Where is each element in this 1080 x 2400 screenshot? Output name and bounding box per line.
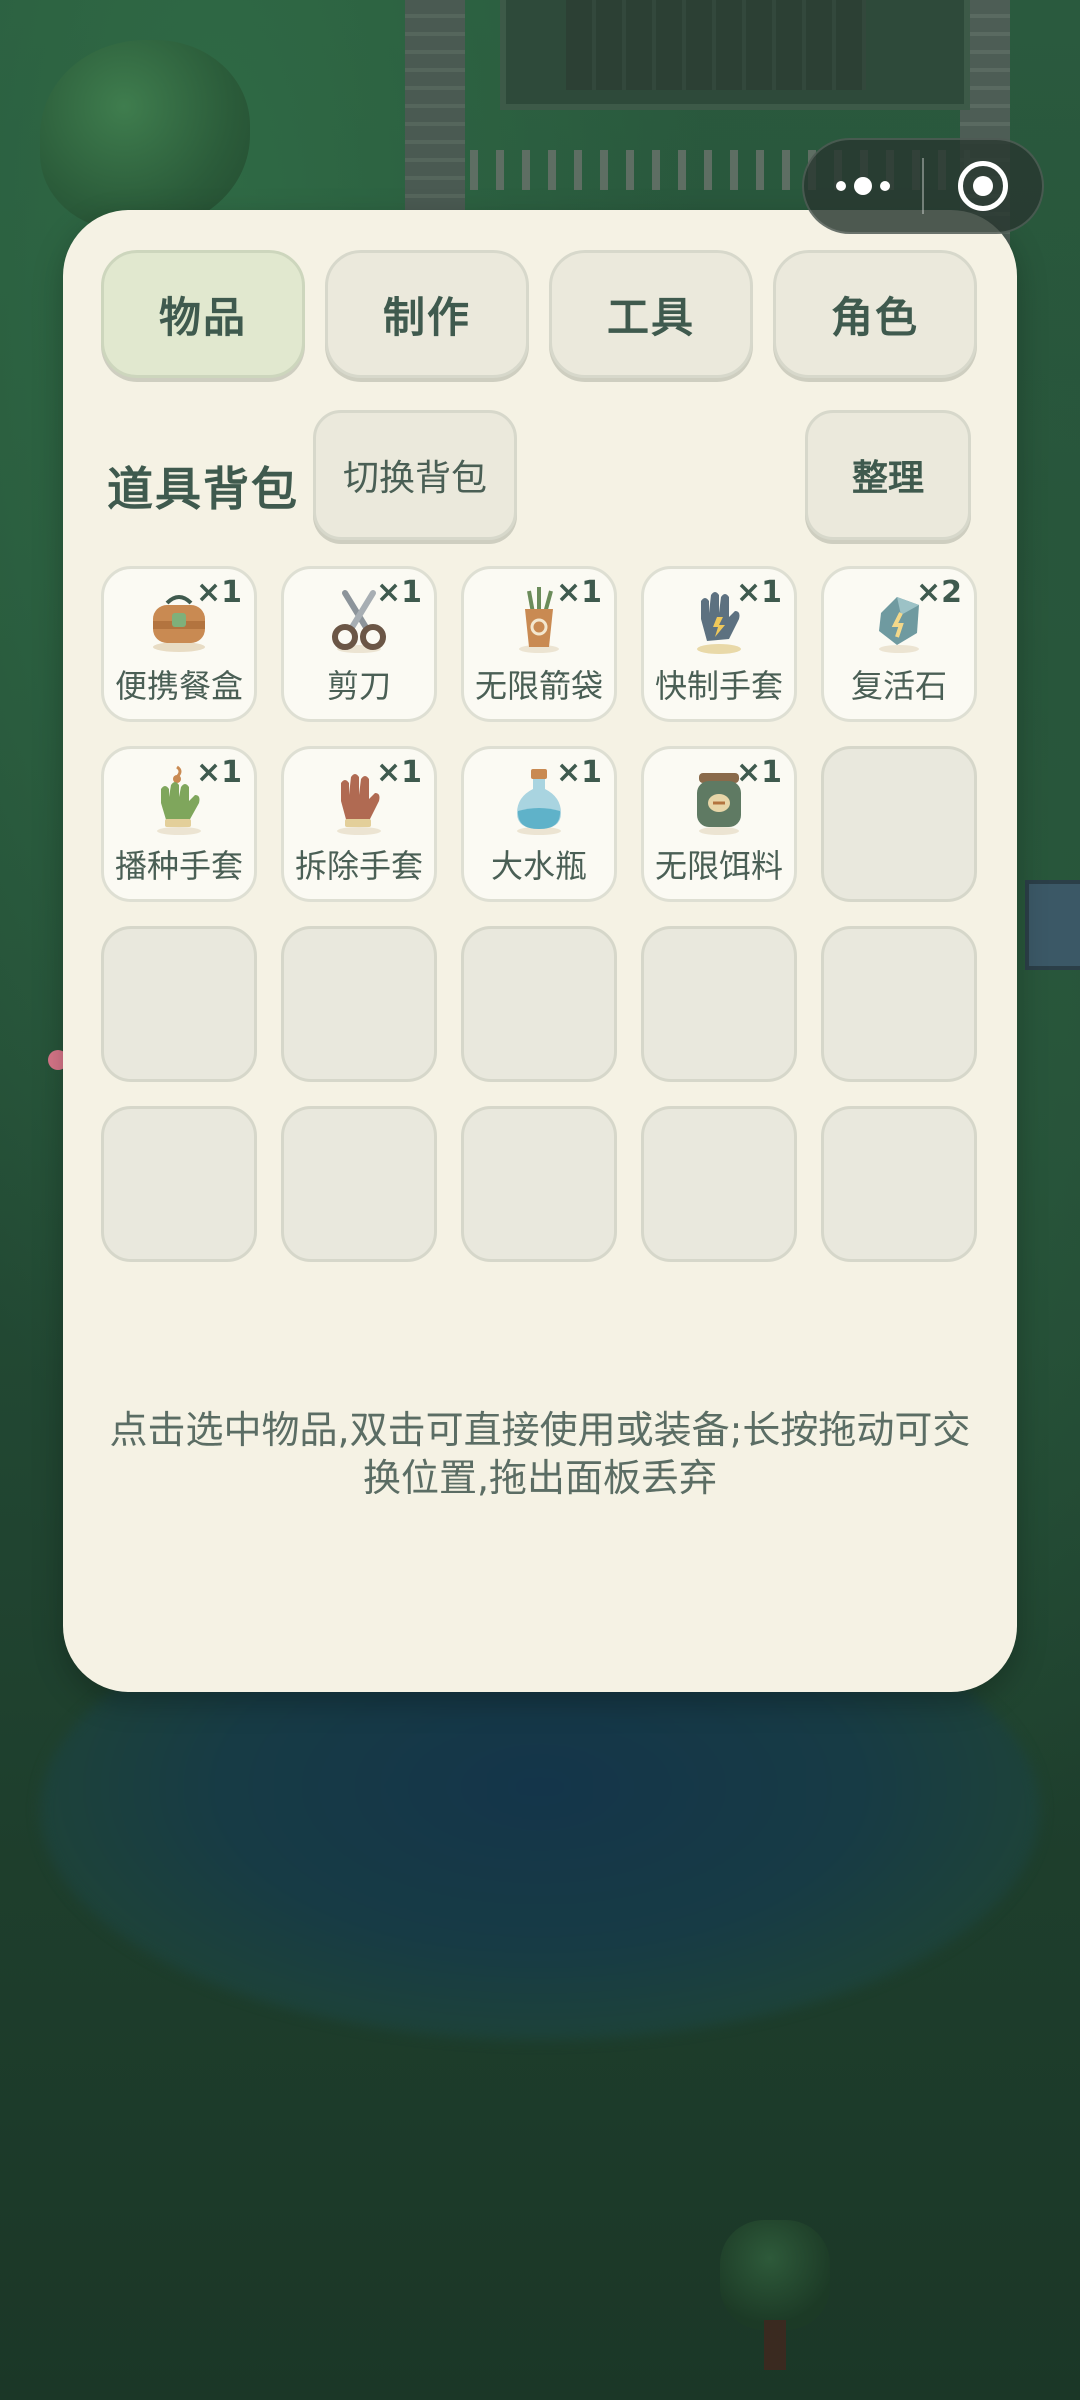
tab-tools[interactable]: 工具 <box>549 250 753 378</box>
item-count: ×1 <box>375 755 422 790</box>
item-name: 无限饵料 <box>654 847 783 885</box>
empty-slot[interactable] <box>821 746 977 902</box>
small-tree <box>720 2220 830 2370</box>
stone-path <box>405 0 465 230</box>
inventory-slot[interactable]: ×1 拆除手套 <box>281 746 437 902</box>
farm-plot <box>500 0 970 110</box>
inventory-slot[interactable]: ×1 快制手套 <box>641 566 797 722</box>
item-count: ×1 <box>735 575 782 610</box>
inventory-slot[interactable]: ×1 剪刀 <box>281 566 437 722</box>
tab-bar: 物品 制作 工具 角色 <box>101 250 977 378</box>
empty-slot[interactable] <box>461 926 617 1082</box>
inventory-grid: ×1 便携餐盒 ×1 剪刀 ×1 无限箭袋 ×1 快制手套 ×2 复活石 ×1 … <box>101 566 977 1262</box>
item-count: ×1 <box>195 575 242 610</box>
item-count: ×1 <box>735 755 782 790</box>
bag-title: 道具背包 <box>107 462 299 516</box>
item-count: ×1 <box>195 755 242 790</box>
empty-slot[interactable] <box>281 926 437 1082</box>
empty-slot[interactable] <box>821 926 977 1082</box>
inventory-slot[interactable]: ×1 大水瓶 <box>461 746 617 902</box>
inventory-slot[interactable]: ×1 无限箭袋 <box>461 566 617 722</box>
more-options-icon[interactable] <box>804 140 922 232</box>
item-name: 便携餐盒 <box>114 667 243 705</box>
inventory-slot[interactable]: ×2 复活石 <box>821 566 977 722</box>
inventory-panel: 物品 制作 工具 角色 道具背包 切换背包 整理 ×1 便携餐盒 ×1 剪刀 ×… <box>63 210 1017 1692</box>
item-name: 剪刀 <box>326 667 391 705</box>
miniprogram-capsule <box>802 138 1044 234</box>
empty-slot[interactable] <box>281 1106 437 1262</box>
item-name: 快制手套 <box>654 667 783 705</box>
tab-items[interactable]: 物品 <box>101 250 305 378</box>
switch-bag-button[interactable]: 切换背包 <box>313 410 517 540</box>
empty-slot[interactable] <box>101 1106 257 1262</box>
empty-slot[interactable] <box>821 1106 977 1262</box>
item-count: ×2 <box>915 575 962 610</box>
empty-slot[interactable] <box>101 926 257 1082</box>
item-name: 拆除手套 <box>294 847 423 885</box>
sort-button[interactable]: 整理 <box>805 410 971 540</box>
tree <box>40 40 250 230</box>
item-name: 播种手套 <box>114 847 243 885</box>
signpost <box>1025 880 1080 970</box>
inventory-slot[interactable]: ×1 播种手套 <box>101 746 257 902</box>
empty-slot[interactable] <box>461 1106 617 1262</box>
item-count: ×1 <box>555 755 602 790</box>
item-name: 大水瓶 <box>490 847 587 885</box>
tab-character[interactable]: 角色 <box>773 250 977 378</box>
inventory-slot[interactable]: ×1 无限饵料 <box>641 746 797 902</box>
item-name: 无限箭袋 <box>474 667 603 705</box>
item-count: ×1 <box>555 575 602 610</box>
tab-crafting[interactable]: 制作 <box>325 250 529 378</box>
item-name: 复活石 <box>850 667 947 705</box>
item-count: ×1 <box>375 575 422 610</box>
empty-slot[interactable] <box>641 926 797 1082</box>
close-miniprogram-icon[interactable] <box>924 140 1042 232</box>
usage-hint: 点击选中物品,双击可直接使用或装备;长按拖动可交换位置,拖出面板丢弃 <box>109 1408 971 1500</box>
inventory-slot[interactable]: ×1 便携餐盒 <box>101 566 257 722</box>
empty-slot[interactable] <box>641 1106 797 1262</box>
